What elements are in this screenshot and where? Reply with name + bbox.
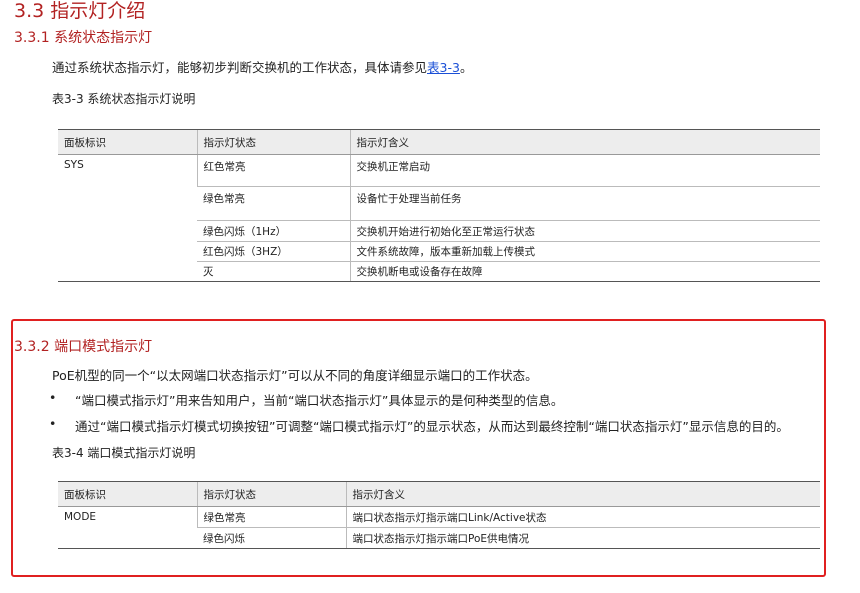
- list-item-text: 通过“端口模式指示灯模式切换按钮”可调整“端口模式指示灯”的显示状态，从而达到最…: [75, 419, 789, 434]
- table-header-row: 面板标识 指示灯状态 指示灯含义: [58, 129, 820, 155]
- system-intro-text: 通过系统状态指示灯，能够初步判断交换机的工作状态，具体请参见: [52, 60, 428, 75]
- table-3-4-caption: 表3-4 端口模式指示灯说明: [52, 446, 196, 460]
- system-intro-suffix: 。: [459, 60, 473, 75]
- list-item: • “端口模式指示灯”用来告知用户，当前“端口状态指示灯”具体显示的是何种类型的…: [49, 390, 564, 409]
- port-mode-led-table: 面板标识 指示灯状态 指示灯含义 MODE 绿色常亮 端口状态指示灯指示端口Li…: [58, 481, 820, 549]
- led-meaning: 端口状态指示灯指示端口Link/Active状态: [345, 506, 820, 528]
- led-meaning: 交换机断电或设备存在故障: [349, 261, 820, 282]
- table-3-3-link[interactable]: 表3-3: [427, 60, 460, 75]
- led-state: 绿色常亮: [196, 506, 346, 528]
- led-state: 红色常亮: [196, 154, 350, 187]
- bullet-icon: •: [49, 390, 57, 405]
- table-row: SYS 红色常亮 交换机正常启动: [58, 154, 820, 282]
- list-item: • 通过“端口模式指示灯模式切换按钮”可调整“端口模式指示灯”的显示状态，从而达…: [49, 416, 789, 435]
- led-meaning: 交换机正常启动: [349, 154, 820, 187]
- subsection-title-port-mode: 3.3.2 端口模式指示灯: [14, 339, 153, 355]
- header-led-meaning: 指示灯含义: [349, 129, 820, 155]
- table-3-3-caption: 表3-3 系统状态指示灯说明: [52, 92, 196, 106]
- bullet-icon: •: [49, 416, 57, 431]
- section-title: 3.3 指示灯介绍: [14, 0, 146, 22]
- header-panel-label: 面板标识: [58, 481, 197, 507]
- led-meaning: 交换机开始进行初始化至正常运行状态: [349, 220, 820, 242]
- led-state: 绿色闪烁（1Hz）: [197, 220, 350, 242]
- header-led-meaning: 指示灯含义: [345, 481, 820, 507]
- system-led-table: 面板标识 指示灯状态 指示灯含义 SYS 红色常亮 交换机正常启动 绿色常亮 设…: [58, 129, 820, 282]
- list-item-text: “端口模式指示灯”用来告知用户，当前“端口状态指示灯”具体显示的是何种类型的信息…: [75, 393, 564, 408]
- led-meaning: 文件系统故障，版本重新加载上传模式: [349, 241, 820, 262]
- led-meaning: 设备忙于处理当前任务: [349, 186, 820, 221]
- subsection-title-system: 3.3.1 系统状态指示灯: [14, 30, 153, 46]
- led-state: 红色闪烁（3HZ）: [197, 241, 350, 262]
- panel-label-mode: MODE: [58, 506, 197, 549]
- led-state: 绿色闪烁: [197, 527, 346, 549]
- table-header-row: 面板标识 指示灯状态 指示灯含义: [58, 481, 820, 507]
- header-led-state: 指示灯状态: [196, 129, 350, 155]
- led-meaning: 端口状态指示灯指示端口PoE供电情况: [345, 527, 820, 549]
- header-led-state: 指示灯状态: [196, 481, 346, 507]
- panel-label-sys: SYS: [58, 154, 197, 282]
- port-mode-intro: PoE机型的同一个“以太网端口状态指示灯”可以从不同的角度详细显示端口的工作状态…: [52, 368, 538, 383]
- led-state: 灭: [197, 261, 350, 282]
- table-row: MODE 绿色常亮 端口状态指示灯指示端口Link/Active状态: [58, 506, 820, 549]
- system-intro: 通过系统状态指示灯，能够初步判断交换机的工作状态，具体请参见表3-3。: [52, 57, 472, 76]
- header-panel-label: 面板标识: [58, 129, 197, 155]
- led-state: 绿色常亮: [197, 186, 350, 221]
